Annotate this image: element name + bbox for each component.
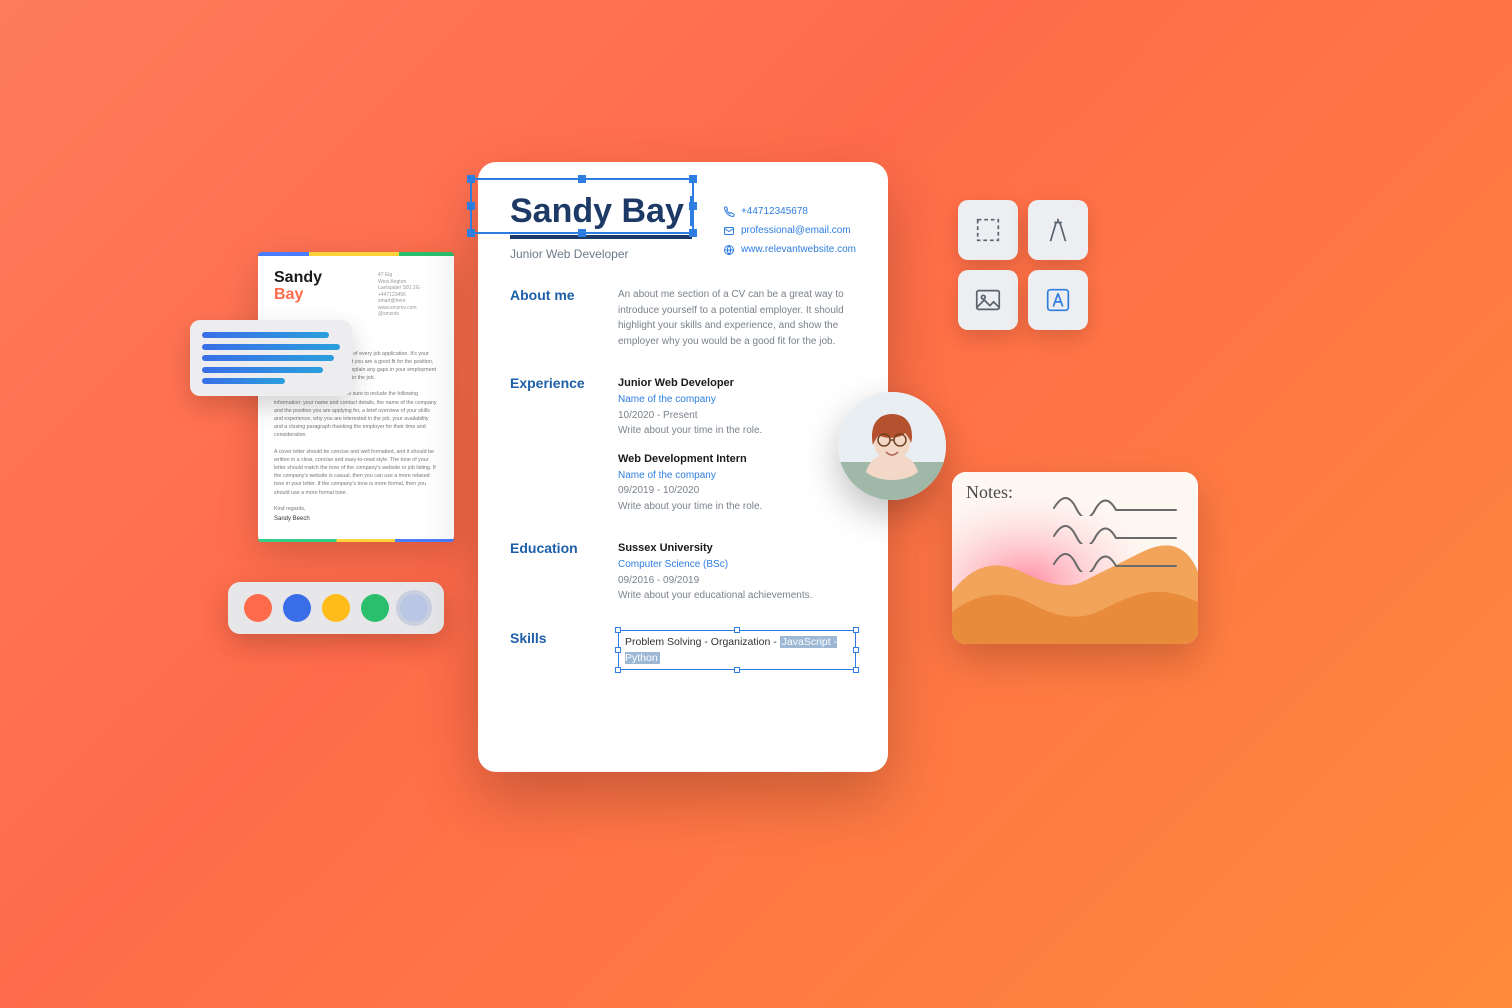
profile-photo[interactable]	[838, 392, 946, 500]
section-body-experience: Junior Web Developer Name of the company…	[618, 375, 856, 514]
handwriting-line-icon	[1050, 522, 1180, 544]
compass-icon	[1043, 215, 1073, 245]
section-about: About me An about me section of a CV can…	[510, 287, 856, 349]
resume-contact-block: +44712345678 professional@email.com www.…	[723, 202, 856, 259]
exp-desc-1: Write about your time in the role.	[618, 501, 762, 512]
text-lines-popover[interactable]	[190, 320, 352, 396]
text-line	[202, 332, 329, 338]
resume-card[interactable]: Sandy Bay Junior Web Developer +44712345…	[478, 162, 888, 772]
color-swatch[interactable]	[361, 594, 389, 622]
section-label-about: About me	[510, 287, 596, 349]
resume-name-heading[interactable]: Sandy Bay	[510, 192, 692, 239]
contact-email: professional@email.com	[741, 221, 851, 240]
cover-letter-card[interactable]: Sandy Bay 47 EigWest AngtonLaelspater S8…	[258, 252, 454, 542]
text-line	[202, 378, 285, 384]
contact-website: www.relevantwebsite.com	[741, 240, 856, 259]
text-line	[202, 355, 334, 361]
notes-title: Notes:	[966, 482, 1013, 503]
precision-tool-button[interactable]	[1028, 200, 1088, 260]
phone-icon	[723, 206, 735, 218]
section-body-skills[interactable]: Problem Solving - Organization - JavaScr…	[618, 630, 856, 671]
exp-title-1: Web Development Intern	[618, 453, 747, 465]
exp-company-0: Name of the company	[618, 394, 716, 405]
handwriting-line-icon	[1050, 550, 1180, 572]
edu-desc: Write about your educational achievement…	[618, 590, 812, 601]
tool-grid	[958, 200, 1088, 330]
section-label-skills: Skills	[510, 630, 596, 671]
image-tool-button[interactable]	[958, 270, 1018, 330]
email-icon	[723, 225, 735, 237]
section-body-education: Sussex University Computer Science (BSc)…	[618, 540, 856, 604]
color-swatch-bar	[228, 582, 444, 634]
section-education: Education Sussex University Computer Sci…	[510, 540, 856, 604]
globe-icon	[723, 244, 735, 256]
contact-phone: +44712345678	[741, 202, 808, 221]
selection-rect-icon	[973, 215, 1003, 245]
section-body-about: An about me section of a CV can be a gre…	[618, 287, 856, 349]
exp-company-1: Name of the company	[618, 470, 716, 481]
handwriting-line-icon	[1050, 494, 1180, 516]
cover-letter-signature: Sandy Beech	[274, 516, 310, 522]
exp-desc-0: Write about your time in the role.	[618, 425, 762, 436]
section-label-education: Education	[510, 540, 596, 604]
exp-dates-1: 09/2019 - 10/2020	[618, 485, 699, 496]
color-swatch[interactable]	[283, 594, 311, 622]
text-line	[202, 344, 340, 350]
exp-title-0: Junior Web Developer	[618, 377, 734, 389]
selection-tool-button[interactable]	[958, 200, 1018, 260]
edu-dates: 09/2016 - 09/2019	[618, 575, 699, 586]
section-label-experience: Experience	[510, 375, 596, 514]
color-swatch[interactable]	[322, 594, 350, 622]
color-swatch[interactable]	[244, 594, 272, 622]
section-experience: Experience Junior Web Developer Name of …	[510, 375, 856, 514]
notes-card[interactable]: Notes:	[952, 472, 1198, 644]
exp-dates-0: 10/2020 - Present	[618, 410, 698, 421]
text-tool-button[interactable]	[1028, 270, 1088, 330]
edu-degree: Computer Science (BSc)	[618, 559, 728, 570]
edu-title: Sussex University	[618, 542, 713, 554]
skills-selection-box[interactable]: Problem Solving - Organization - JavaScr…	[618, 630, 856, 671]
section-skills: Skills Problem Solving - Organization - …	[510, 630, 856, 671]
cover-letter-contact-meta: 47 EigWest AngtonLaelspater S81 2G+44712…	[378, 272, 438, 318]
skills-plain: Problem Solving - Organization -	[625, 636, 780, 648]
color-swatch[interactable]	[400, 594, 428, 622]
text-icon	[1043, 285, 1073, 315]
text-line	[202, 367, 323, 373]
image-icon	[973, 285, 1003, 315]
